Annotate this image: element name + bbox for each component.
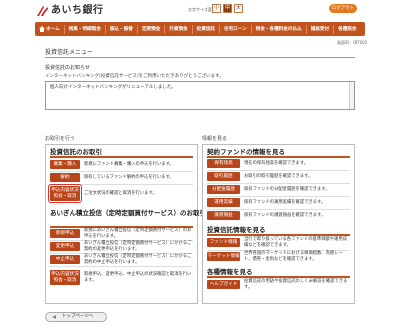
header: あいち銀行 文字サイズ変更 小 中 大 ログアウト	[0, 0, 400, 22]
nav-item-time-deposit[interactable]: 定期預金	[138, 24, 166, 34]
dividend-history-desc: 保有ファンドの分配金履歴を確認できます。	[244, 187, 330, 192]
notice-message: 個人向けインターネットバンキングがリニューアルしました。	[50, 85, 176, 90]
market-info-desc: 世界各国のマーケットにおける株価指数、為替レート、債券・金利などを確認できます。	[244, 251, 343, 262]
fontsize-large-button[interactable]: 大	[234, 4, 243, 13]
section-rule	[207, 156, 350, 158]
accumulation-new-button[interactable]: 新規申込	[50, 229, 80, 238]
nav-item-label: ホーム	[46, 26, 60, 32]
order-status-desc: ご注文状況の確認と取消を行います。	[84, 191, 157, 196]
capital-gains-desc: 保有ファンドの譲渡損益を確認できます。	[244, 213, 326, 218]
market-info-button[interactable]: マーケット情報	[207, 252, 240, 261]
left-column-heading: お取引を行う	[45, 136, 76, 142]
bank-logo-icon	[37, 6, 48, 16]
global-nav: ホーム 残高・明細照会 振込・振替 定期預金 外貨預金 投資信託 住宅ローン 税…	[35, 22, 365, 36]
cancel-trust-desc: 保有しているファンド解約の申込を行います。	[84, 175, 174, 180]
section-rule	[207, 276, 350, 278]
nav-item-home[interactable]: ホーム	[35, 24, 65, 34]
fontsize-medium-button[interactable]: 中	[223, 4, 232, 13]
holdings-desc: 現在の保有残高を確認できます。	[244, 161, 309, 166]
notice-subtext: インターネットバンキング(投資信託サービス)をご利用いただきありがとうございます…	[45, 74, 224, 79]
bank-name[interactable]: あいち銀行	[51, 4, 104, 17]
help-guide-desc: 投資信託の用語や投資信託のしくみ解説を確認できます。	[244, 279, 348, 290]
nav-item-balance[interactable]: 残高・明細照会	[65, 24, 106, 34]
performance-desc: 保有ファンドの運用実績を確認できます。	[244, 200, 326, 205]
nav-item-tax-payment[interactable]: 税金・各種料金の払込	[252, 24, 307, 34]
page-title: 投資信託メニュー	[45, 49, 94, 56]
notice-box[interactable]: 個人向けインターネットバンキングがリニューアルしました。	[45, 81, 355, 110]
purchase-button[interactable]: 募集・購入	[50, 160, 80, 169]
fontsize-small-button[interactable]: 小	[212, 4, 221, 13]
title-divider	[45, 57, 355, 58]
section-rule	[50, 156, 193, 158]
row-divider	[50, 184, 193, 185]
trade-history-button[interactable]: 取引履歴	[207, 172, 240, 181]
purchase-desc: 新規にファンド募集・購入の申込を行います。	[84, 162, 174, 167]
notice-scrollbar[interactable]	[349, 82, 354, 109]
home-icon	[39, 26, 45, 32]
section-title-accumulation: あいぎん積立投信（定時定額買付サービス）のお取引	[50, 209, 206, 217]
holdings-button[interactable]: 保有残高	[207, 159, 240, 168]
row-divider	[50, 171, 193, 172]
top-page-button[interactable]: トップページへ	[45, 312, 107, 322]
accumulation-stop-button[interactable]: 中止申込	[50, 255, 80, 264]
row-divider	[207, 170, 350, 171]
row-divider	[207, 196, 350, 197]
accumulation-change-desc: あいぎん積立投信（定時定額買付サービス）にかかるご契約の変更申込を行います。	[84, 241, 192, 252]
notice-heading: 投資信託のお知らせ	[45, 65, 90, 71]
fund-info-button[interactable]: ファンド情報	[207, 238, 240, 247]
nav-item-housing-loan[interactable]: 住宅ローン	[220, 24, 252, 34]
nav-item-transfer[interactable]: 振込・振替	[106, 24, 138, 34]
row-divider	[207, 209, 350, 210]
accumulation-status-button[interactable]: 申込内容状況照会・取消	[50, 270, 80, 285]
top-page-label: トップページへ	[62, 314, 94, 319]
arrow-left-icon	[52, 315, 56, 319]
right-column-heading: 情報を見る	[202, 136, 228, 142]
accumulation-stop-desc: あいぎん積立投信（定時定額買付サービス）にかかるご契約の中止申込を行います。	[84, 254, 192, 265]
logout-button[interactable]: ログアウト	[329, 4, 357, 13]
capital-gains-button[interactable]: 譲渡損益	[207, 211, 240, 220]
accumulation-status-desc: 新規申込、変更申込、中止申込の状況確認と取消を行います。	[84, 272, 192, 283]
accumulation-change-button[interactable]: 変更申込	[50, 242, 80, 251]
accumulation-new-desc: 新規にあいぎん積立投信（定時定額買付サービス）のお申込を行います。	[84, 228, 192, 239]
cancel-trust-button[interactable]: 解約	[50, 173, 80, 182]
screen-id: 画面ID：IBT005	[337, 40, 368, 45]
nav-item-inquiries[interactable]: 各種照会	[334, 25, 360, 34]
row-divider	[50, 266, 193, 267]
dividend-history-button[interactable]: 分配金履歴	[207, 185, 240, 194]
performance-button[interactable]: 運用実績	[207, 198, 240, 207]
section-rule	[207, 234, 350, 236]
row-divider	[207, 183, 350, 184]
nav-item-investment-trust[interactable]: 投資信託	[193, 24, 220, 34]
trade-history-desc: お取引の取引履歴を確認できます。	[244, 174, 313, 179]
fund-info-desc: 当行で取り扱っている各ファンドの基準価額や運用成績などを確認できます。	[244, 237, 347, 248]
order-status-button[interactable]: 申込内容状況照会・取消	[48, 184, 82, 203]
nav-item-notifications[interactable]: 諸届受付	[307, 24, 335, 34]
help-guide-button[interactable]: ヘルプガイド	[207, 280, 240, 289]
nav-item-foreign-deposit[interactable]: 外貨預金	[165, 24, 193, 34]
